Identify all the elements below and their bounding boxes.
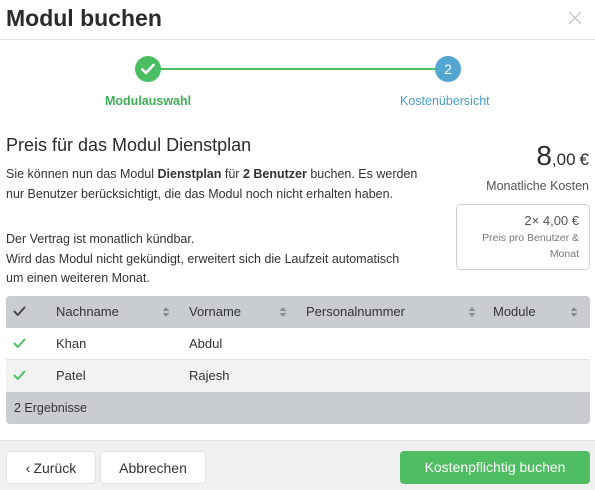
select-all-checkbox[interactable] [13, 306, 26, 317]
column-header-module[interactable]: Module [493, 296, 536, 328]
sort-icon[interactable] [570, 306, 578, 318]
step-2-indicator: 2 [435, 56, 461, 82]
table-header: Nachname Vorname Personalnummer Module [6, 296, 590, 328]
check-icon [141, 63, 155, 75]
column-header-personalnummer[interactable]: Personalnummer [306, 296, 405, 328]
sort-icon[interactable] [468, 306, 476, 318]
cell-nachname: Khan [56, 336, 87, 351]
step-2-label: Kostenübersicht [400, 94, 490, 108]
section-heading: Preis für das Modul Dienstplan [6, 135, 252, 155]
users-table: Nachname Vorname Personalnummer Module K… [6, 296, 590, 424]
dialog-title: Modul buchen [6, 5, 162, 31]
cell-nachname: Patel [56, 368, 86, 383]
check-icon [13, 370, 26, 380]
close-icon [568, 11, 582, 25]
price-per-user-box: 2× 4,00 € Preis pro Benutzer & Monat [456, 204, 590, 270]
cancel-button[interactable]: Abbrechen [100, 451, 206, 484]
column-header-nachname[interactable]: Nachname [56, 296, 119, 328]
contract-line: Wird das Modul nicht gekündigt, erweiter… [6, 251, 400, 266]
user-count: 2 Benutzer [242, 167, 307, 181]
price-per-user-label: Monat [549, 248, 579, 260]
price-decimal: ,00 [551, 150, 576, 169]
sort-icon[interactable] [279, 306, 287, 318]
step-1-indicator [135, 56, 161, 82]
price-per-user: 2× 4,00 € [524, 213, 579, 228]
table-row[interactable]: Khan Abdul [6, 328, 590, 360]
modul-buchen-dialog: Modul buchen 2 Modulauswahl Kostenübersi… [0, 0, 595, 490]
step-1-label[interactable]: Modulauswahl [105, 94, 191, 108]
sort-icon[interactable] [162, 306, 170, 318]
price-integer: 8 [536, 140, 552, 171]
close-button[interactable] [565, 8, 585, 28]
dialog-footer: ‹ Zurück Abbrechen Kostenpflichtig buchen [0, 440, 595, 490]
contract-info: Der Vertrag ist monatlich kündbar. Wird … [6, 230, 446, 289]
back-button-label: Zurück [33, 460, 77, 476]
column-header-vorname[interactable]: Vorname [189, 296, 241, 328]
book-button[interactable]: Kostenpflichtig buchen [400, 451, 590, 484]
row-checkbox[interactable] [13, 338, 26, 349]
stepper-line [160, 68, 437, 70]
description-text: Sie können nun das Modul [6, 167, 158, 181]
monthly-price: 8,00 € [536, 140, 589, 172]
contract-line: um einen weiteren Monat. [6, 271, 150, 285]
back-button[interactable]: ‹ Zurück [6, 451, 96, 484]
price-per-user-label: Preis pro Benutzer & [482, 232, 579, 244]
cell-vorname: Abdul [189, 336, 223, 351]
stepper: 2 Modulauswahl Kostenübersicht [0, 50, 595, 120]
booking-description: Sie können nun das Modul Dienstplan für … [6, 165, 426, 204]
contract-line: Der Vertrag ist monatlich kündbar. [6, 232, 195, 246]
table-result-count: 2 Ergebnisse [6, 392, 590, 424]
description-text: für [221, 167, 243, 181]
monthly-price-label: Monatliche Kosten [486, 179, 589, 193]
price-currency: € [579, 150, 589, 169]
table-row[interactable]: Patel Rajesh [6, 360, 590, 392]
dialog-header: Modul buchen [0, 0, 595, 40]
cell-vorname: Rajesh [189, 368, 230, 383]
chevron-left-icon: ‹ [25, 460, 31, 476]
check-icon [13, 306, 26, 316]
row-checkbox[interactable] [13, 370, 26, 381]
check-icon [13, 338, 26, 348]
module-name: Dienstplan [157, 167, 222, 181]
